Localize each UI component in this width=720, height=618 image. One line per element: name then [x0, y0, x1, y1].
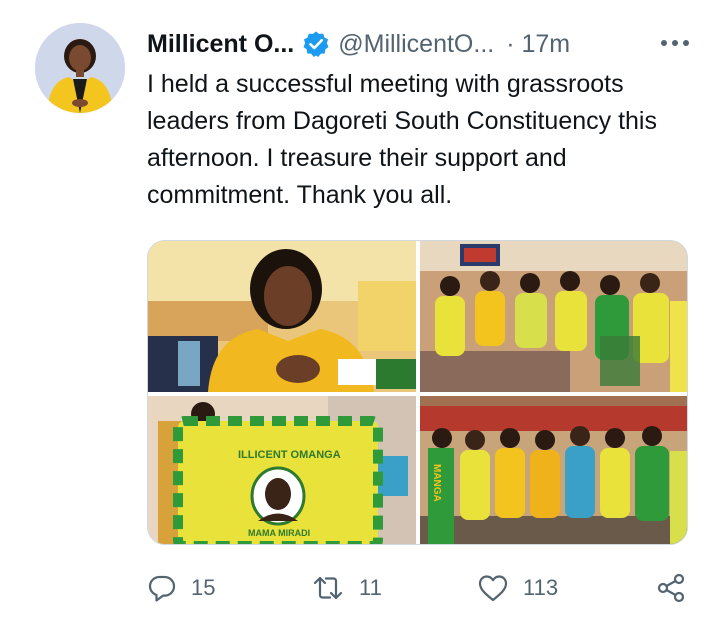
user-handle[interactable]: @MillicentO...: [338, 30, 494, 59]
reply-icon: [148, 575, 176, 602]
photo-group-of-women[interactable]: [420, 241, 687, 392]
retweet-button[interactable]: 11: [311, 568, 382, 608]
avatar[interactable]: [35, 23, 125, 113]
like-count: 113: [523, 575, 559, 600]
scarf-text: MANGA: [431, 464, 442, 502]
display-name[interactable]: Millicent O...: [147, 30, 294, 59]
reply-count: 15: [191, 575, 216, 600]
share-icon: [657, 573, 685, 603]
share-button[interactable]: [655, 568, 687, 608]
tweet-action-bar: 15 11 113: [147, 568, 692, 608]
tweet-text: I held a successful meeting with grassro…: [147, 70, 657, 209]
banner-text: ILLICENT OMANGA: [238, 449, 341, 461]
verified-badge-icon: [302, 30, 330, 58]
heart-icon: [478, 575, 508, 602]
photo-campaign-banner[interactable]: ILLICENT OMANGA MAMA MIRADI: [148, 396, 416, 544]
retweet-icon: [313, 576, 343, 600]
more-horizontal-icon[interactable]: [658, 28, 692, 58]
photo-woman-in-yellow[interactable]: [148, 241, 416, 392]
reply-button[interactable]: 15: [147, 568, 215, 608]
retweet-count: 11: [359, 575, 382, 600]
banner-subtext: MAMA MIRADI: [248, 528, 310, 538]
like-button[interactable]: 113: [477, 568, 558, 608]
photo-group-women-green-yellow[interactable]: MANGA: [420, 396, 687, 544]
avatar-image: [35, 23, 125, 113]
timestamp[interactable]: · 17m: [506, 30, 570, 59]
tweet-header: Millicent O... @MillicentO... · 17m: [147, 26, 692, 62]
media-grid: ILLICENT OMANGA MAMA MIRADI MANGA: [147, 240, 688, 545]
